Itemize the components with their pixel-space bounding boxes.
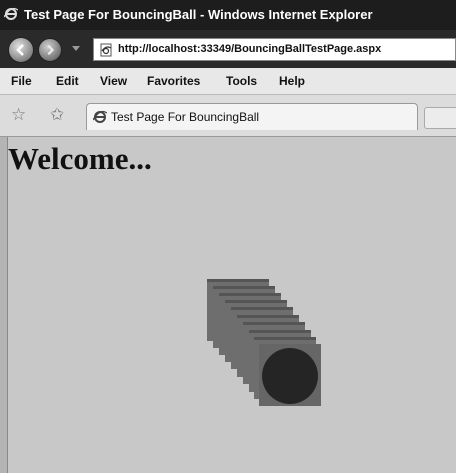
page-icon — [100, 43, 112, 57]
menu-favorites[interactable]: Favorites — [147, 74, 200, 88]
page-heading: Welcome... — [8, 141, 152, 176]
favorites-bar: ☆ ✩ Test Page For BouncingBall — [0, 95, 456, 137]
back-arrow-icon — [16, 44, 24, 56]
menu-file[interactable]: File — [11, 74, 32, 88]
window-title: Test Page For BouncingBall - Windows Int… — [24, 7, 373, 22]
new-tab-button[interactable] — [424, 107, 456, 129]
menu-view[interactable]: View — [100, 74, 127, 88]
address-url: http://localhost:33349/BouncingBallTestP… — [118, 43, 382, 55]
page-content: Welcome... — [0, 137, 456, 473]
menu-bar: File Edit View Favorites Tools Help — [0, 68, 456, 95]
ie-icon — [93, 110, 107, 123]
menu-help[interactable]: Help — [279, 74, 305, 88]
back-button[interactable] — [8, 37, 34, 63]
navigation-bar: http://localhost:33349/BouncingBallTestP… — [0, 30, 456, 68]
menu-edit[interactable]: Edit — [56, 74, 79, 88]
address-bar[interactable]: http://localhost:33349/BouncingBallTestP… — [93, 38, 456, 61]
content-left-border — [0, 137, 8, 473]
window-title-bar: Test Page For BouncingBall - Windows Int… — [0, 0, 456, 30]
tab-current-page[interactable]: Test Page For BouncingBall — [86, 103, 418, 130]
recent-pages-dropdown[interactable] — [72, 46, 80, 51]
ie-icon — [4, 7, 18, 20]
forward-button[interactable] — [38, 38, 62, 62]
menu-tools[interactable]: Tools — [226, 74, 257, 88]
tab-label: Test Page For BouncingBall — [111, 110, 260, 124]
add-favorites-icon[interactable]: ✩ — [50, 106, 64, 123]
bouncing-ball — [262, 348, 318, 404]
favorites-star-icon[interactable]: ☆ — [11, 106, 26, 123]
bouncing-ball-container — [259, 344, 321, 406]
forward-arrow-icon — [47, 44, 55, 56]
